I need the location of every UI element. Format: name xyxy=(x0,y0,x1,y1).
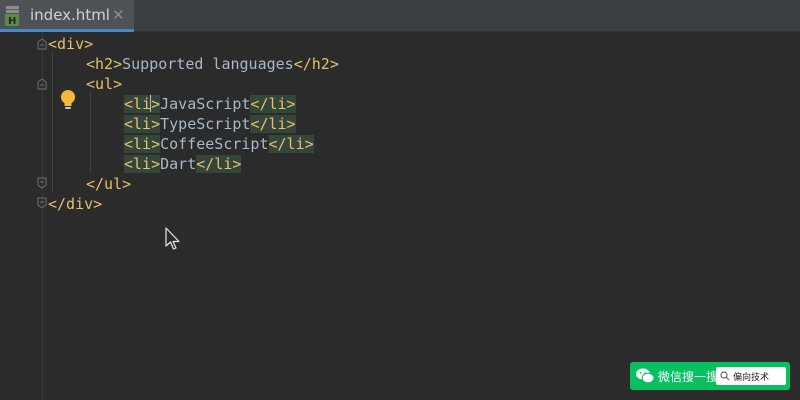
tag-token-highlighted: > xyxy=(151,95,161,113)
watermark-label: 微信搜一搜 xyxy=(658,370,719,384)
fold-marker-icon[interactable] xyxy=(36,78,48,90)
tag-token: <div> xyxy=(48,35,94,53)
tag-token: </ul> xyxy=(86,175,132,193)
tag-token: </h2> xyxy=(293,55,339,73)
close-icon[interactable]: ✕ xyxy=(112,6,125,24)
wechat-icon xyxy=(636,368,655,384)
text-token: Supported languages xyxy=(122,55,294,73)
tag-token-highlighted: </li> xyxy=(268,135,314,153)
tag-token-highlighted: </li> xyxy=(250,95,296,113)
watermark-search-text: 偏向技术 xyxy=(733,373,770,383)
tag-token-highlighted: <li xyxy=(124,95,152,113)
tag-token: </div> xyxy=(48,195,103,213)
fold-marker-icon[interactable] xyxy=(36,38,48,50)
tag-token: <ul> xyxy=(86,75,123,93)
tag-token-highlighted: <li> xyxy=(124,155,161,173)
text-token: CoffeeScript xyxy=(160,135,269,153)
tag-token-highlighted: </li> xyxy=(196,155,242,173)
watermark-search-box: 偏向技术 xyxy=(716,367,786,385)
wechat-search-watermark: 微信搜一搜 偏向技术 xyxy=(630,362,790,390)
code-line: <h2>Supported languages</h2> xyxy=(86,54,339,74)
code-line: <ul> xyxy=(86,74,122,94)
fold-marker-icon[interactable] xyxy=(36,197,48,209)
code-line: </ul> xyxy=(86,174,131,194)
code-line: <li>CoffeeScript</li> xyxy=(124,134,314,154)
tag-token-highlighted: <li> xyxy=(124,135,161,153)
indent-guide xyxy=(90,92,91,172)
indent-guide xyxy=(52,52,53,192)
code-line: <div> xyxy=(48,34,93,54)
search-icon xyxy=(720,371,730,381)
code-line: <li>TypeScript</li> xyxy=(124,114,296,134)
lightbulb-icon[interactable] xyxy=(59,89,77,111)
fold-marker-icon[interactable] xyxy=(36,177,48,189)
text-token: JavaScript xyxy=(160,95,251,113)
tab-index-html[interactable]: H index.html ✕ xyxy=(0,0,134,32)
tag-token: <h2> xyxy=(86,55,123,73)
code-line: </div> xyxy=(48,194,102,214)
html-file-icon: H xyxy=(5,6,19,26)
tag-token-highlighted: </li> xyxy=(250,115,296,133)
tag-token-highlighted: <li> xyxy=(124,115,161,133)
editor-tab-bar: H index.html ✕ xyxy=(0,0,800,32)
tab-label: index.html xyxy=(30,6,110,24)
text-token: TypeScript xyxy=(160,115,251,133)
code-line-current: <li>JavaScript</li> xyxy=(124,94,296,114)
file-icon-badge: H xyxy=(8,16,16,26)
text-token: Dart xyxy=(160,155,197,173)
mouse-cursor-icon xyxy=(165,227,180,250)
code-line: <li>Dart</li> xyxy=(124,154,242,174)
code-editor[interactable]: <div> <h2>Supported languages</h2> <ul> … xyxy=(0,32,800,400)
